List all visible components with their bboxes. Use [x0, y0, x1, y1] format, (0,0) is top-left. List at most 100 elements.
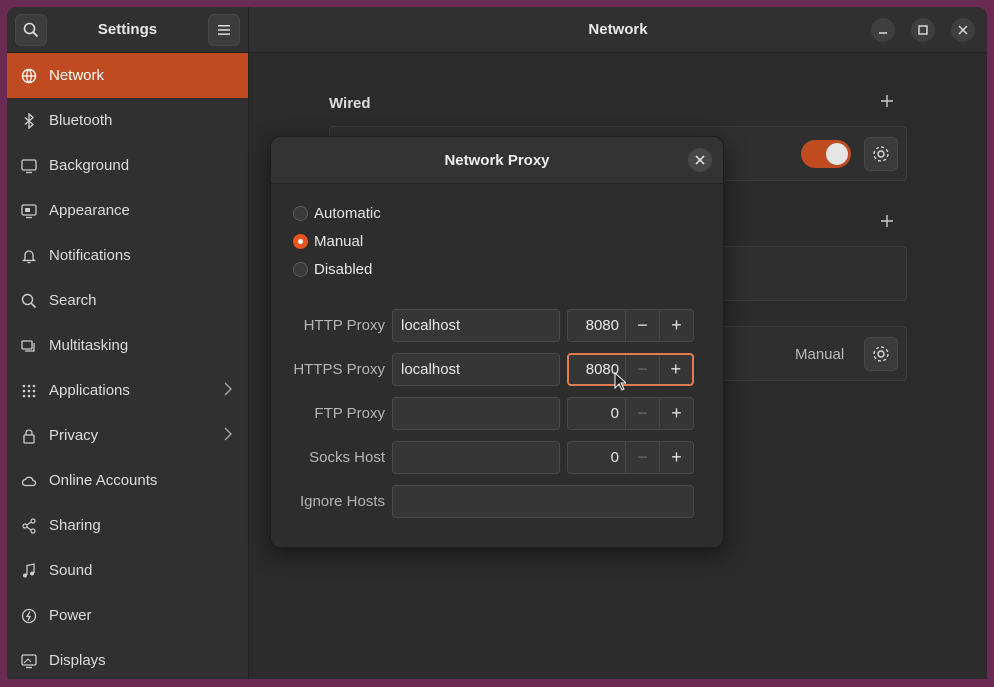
socks-port-spinner[interactable]: 0 − + [567, 441, 694, 474]
sidebar-item-applications[interactable]: Applications [7, 368, 248, 413]
gear-icon [873, 346, 889, 362]
maximize-button[interactable] [911, 18, 935, 42]
minimize-icon [879, 32, 887, 34]
proxy-mode-value: Manual [795, 346, 845, 363]
sidebar-item-label: Notifications [49, 247, 131, 264]
decrement-button[interactable]: − [625, 398, 659, 429]
minimize-button[interactable] [871, 18, 895, 42]
hamburger-menu-icon [218, 24, 230, 35]
sidebar-item-background[interactable]: Background [7, 143, 248, 188]
sidebar-item-bluetooth[interactable]: Bluetooth [7, 98, 248, 143]
ignore-hosts-input[interactable] [392, 485, 694, 518]
add-wired-button[interactable] [880, 91, 894, 114]
sidebar-item-privacy[interactable]: Privacy [7, 413, 248, 458]
sidebar-item-label: Multitasking [49, 337, 129, 354]
sidebar-item-label: Online Accounts [49, 472, 158, 489]
proxy-settings-button[interactable] [864, 337, 898, 371]
port-value[interactable]: 0 [568, 442, 625, 473]
sidebar-title: Settings [97, 21, 158, 38]
search-icon [23, 22, 39, 37]
sidebar-item-label: Bluetooth [49, 112, 113, 129]
plus-icon: + [671, 447, 682, 467]
http-proxy-label: HTTP Proxy [303, 317, 385, 334]
mouse-pointer-icon [614, 372, 626, 391]
search-icon [21, 293, 37, 309]
increment-button[interactable]: + [659, 442, 693, 473]
dialog-title: Network Proxy [444, 151, 550, 169]
sidebar: Settings Network Bluetooth Background Ap… [7, 7, 249, 679]
sidebar-item-network[interactable]: Network [7, 53, 248, 98]
sidebar-item-search[interactable]: Search [7, 278, 248, 323]
ftp-proxy-label: FTP Proxy [314, 405, 385, 422]
minus-icon: − [637, 359, 648, 379]
plus-icon: + [670, 359, 682, 379]
sidebar-item-displays[interactable]: Displays [7, 638, 248, 679]
sidebar-item-label: Power [49, 607, 92, 624]
decrement-button[interactable]: − [625, 310, 659, 341]
network-globe-icon [21, 68, 37, 84]
sidebar-item-multitasking[interactable]: Multitasking [7, 323, 248, 368]
radio-button[interactable] [293, 206, 308, 221]
sidebar-item-notifications[interactable]: Notifications [7, 233, 248, 278]
https-proxy-host-input[interactable]: localhost [392, 353, 560, 386]
plus-icon: + [671, 315, 682, 335]
share-icon [21, 517, 37, 534]
http-proxy-host-input[interactable]: localhost [392, 309, 560, 342]
https-proxy-label: HTTPS Proxy [293, 361, 385, 378]
page-title: Network [588, 21, 648, 38]
sidebar-item-label: Privacy [49, 427, 99, 444]
increment-button[interactable]: + [659, 310, 693, 341]
sidebar-header: Settings [7, 7, 248, 53]
sidebar-item-power[interactable]: Power [7, 593, 248, 638]
power-icon [21, 608, 37, 624]
maximize-icon [918, 25, 928, 35]
multitasking-icon [21, 338, 37, 354]
radio-label: Automatic [314, 205, 381, 222]
radio-disabled[interactable]: Disabled [293, 261, 372, 278]
wired-toggle-switch[interactable] [801, 140, 851, 168]
port-value[interactable]: 8080 [568, 310, 625, 341]
sidebar-item-online-accounts[interactable]: Online Accounts [7, 458, 248, 503]
sidebar-item-label: Sound [49, 562, 93, 579]
apps-grid-icon [21, 383, 37, 399]
ftp-proxy-host-input[interactable] [392, 397, 560, 430]
radio-manual[interactable]: Manual [293, 233, 363, 250]
minus-icon: − [637, 403, 648, 423]
sidebar-list: Network Bluetooth Background Appearance … [7, 53, 248, 679]
main-header: Network [249, 7, 987, 53]
radio-button[interactable] [293, 262, 308, 277]
cloud-icon [21, 473, 37, 489]
increment-button[interactable]: + [659, 398, 693, 429]
bluetooth-icon [21, 112, 37, 129]
radio-button[interactable] [293, 234, 308, 249]
radio-label: Manual [314, 233, 364, 250]
menu-button[interactable] [208, 13, 240, 46]
close-window-button[interactable] [951, 18, 975, 42]
gear-icon [873, 146, 889, 162]
dialog-close-button[interactable] [688, 148, 712, 172]
sidebar-item-sound[interactable]: Sound [7, 548, 248, 593]
chevron-right-icon [224, 427, 232, 445]
wired-settings-button[interactable] [864, 137, 898, 171]
sidebar-item-appearance[interactable]: Appearance [7, 188, 248, 233]
sidebar-item-sharing[interactable]: Sharing [7, 503, 248, 548]
add-vpn-button[interactable] [880, 211, 894, 234]
http-proxy-port-spinner[interactable]: 8080 − + [567, 309, 694, 342]
music-note-icon [21, 562, 37, 579]
https-proxy-port-spinner[interactable]: 8080 − + [567, 353, 694, 386]
sidebar-item-label: Appearance [49, 202, 130, 219]
decrement-button[interactable]: − [625, 355, 658, 384]
minus-icon: − [637, 315, 648, 335]
ftp-proxy-port-spinner[interactable]: 0 − + [567, 397, 694, 430]
sidebar-item-label: Network [49, 67, 105, 84]
sidebar-item-label: Search [49, 292, 97, 309]
search-button[interactable] [15, 13, 47, 46]
wired-section-title: Wired [329, 95, 371, 112]
display-icon [21, 653, 37, 669]
socks-host-input[interactable] [392, 441, 560, 474]
radio-automatic[interactable]: Automatic [293, 205, 381, 222]
sidebar-item-label: Sharing [49, 517, 101, 534]
increment-button[interactable]: + [658, 355, 692, 384]
decrement-button[interactable]: − [625, 442, 659, 473]
port-value[interactable]: 0 [568, 398, 625, 429]
